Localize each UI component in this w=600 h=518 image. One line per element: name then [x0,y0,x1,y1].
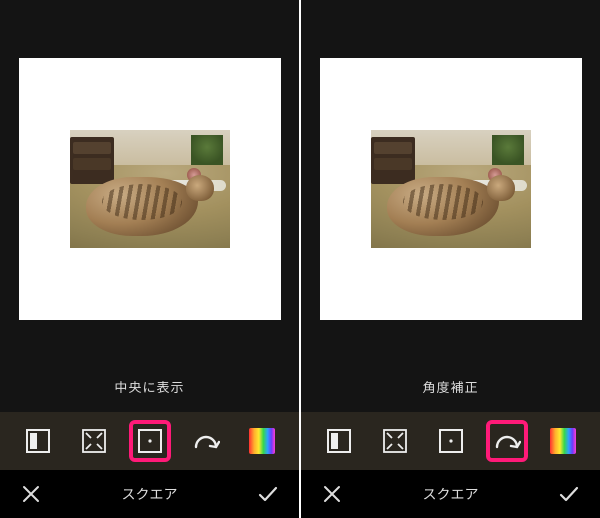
center-icon [137,428,163,454]
photo-preview [371,130,531,248]
rotate-tool[interactable] [188,423,224,459]
confirm-button[interactable] [253,479,283,509]
margin-icon [326,428,352,454]
tool-hint-label: 角度補正 [301,360,600,412]
color-tool[interactable] [244,423,280,459]
rotate-icon [192,431,220,451]
color-icon [550,428,576,454]
close-icon [323,485,341,503]
center-tool[interactable] [433,423,469,459]
color-tool[interactable] [545,423,581,459]
editor-screen-right: 角度補正 スクエア [301,0,600,518]
rotate-icon [493,431,521,451]
editor-screen-left: 中央に表示 スクエア [0,0,299,518]
rotate-tool[interactable] [489,423,525,459]
fit-icon [81,428,107,454]
close-icon [22,485,40,503]
center-icon [438,428,464,454]
center-tool[interactable] [132,423,168,459]
check-icon [559,485,579,503]
bottom-bar: スクエア [301,470,600,518]
margin-icon [25,428,51,454]
photo-preview [70,130,230,248]
toolbar [0,412,299,470]
cancel-button[interactable] [317,479,347,509]
fit-icon [382,428,408,454]
canvas-area [301,0,600,360]
margin-tool[interactable] [20,423,56,459]
check-icon [258,485,278,503]
margin-tool[interactable] [321,423,357,459]
toolbar [301,412,600,470]
color-icon [249,428,275,454]
square-canvas[interactable] [320,58,582,320]
cancel-button[interactable] [16,479,46,509]
mode-label: スクエア [423,484,479,504]
side-by-side-screenshots: 中央に表示 スクエア [0,0,600,518]
tool-hint-label: 中央に表示 [0,360,299,412]
fit-tool[interactable] [377,423,413,459]
square-canvas[interactable] [19,58,281,320]
fit-tool[interactable] [76,423,112,459]
mode-label: スクエア [122,484,178,504]
bottom-bar: スクエア [0,470,299,518]
confirm-button[interactable] [554,479,584,509]
canvas-area [0,0,299,360]
